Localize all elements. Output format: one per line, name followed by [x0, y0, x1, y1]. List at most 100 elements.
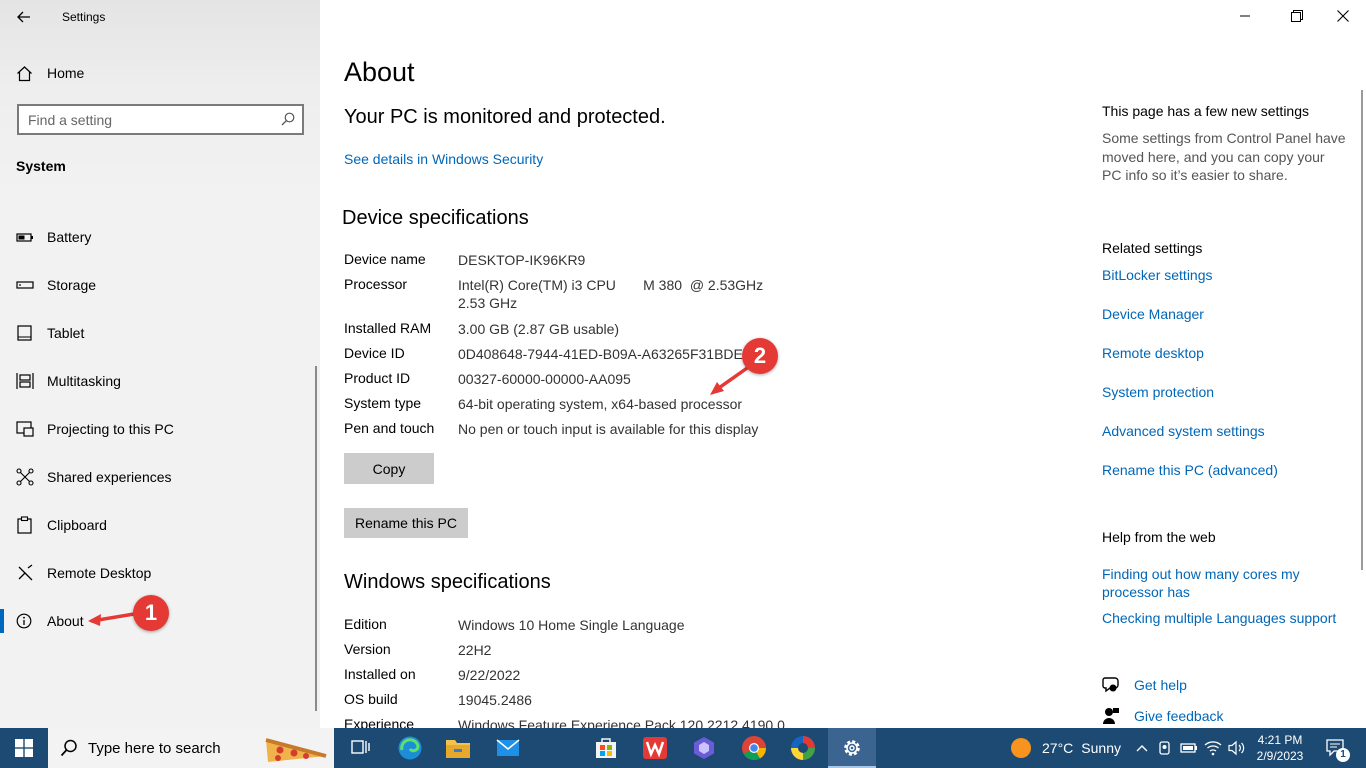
sidebar-scrollbar[interactable] [315, 366, 317, 711]
spec-row-device-name: Device name DESKTOP-IK96KR9 [344, 251, 814, 273]
sidebar-item-projecting[interactable]: Projecting to this PC [0, 405, 314, 453]
sidebar-item-label: Remote Desktop [47, 565, 152, 581]
sidebar-item-shared-experiences[interactable]: Shared experiences [0, 453, 314, 501]
spec-row-version: Version 22H2 [344, 641, 814, 663]
help-link-cores[interactable]: Finding out how many cores my processor … [1102, 565, 1332, 601]
sidebar-item-home[interactable]: Home [0, 58, 320, 88]
search-icon [60, 739, 77, 757]
search-icon [281, 112, 295, 126]
find-setting-search[interactable] [17, 104, 304, 135]
clock-date: 2/9/2023 [1256, 749, 1304, 763]
annotation-badge-2: 2 [742, 338, 778, 374]
get-help-link[interactable]: Get help [1134, 677, 1187, 693]
title-bar: Settings [0, 0, 320, 34]
tray-network[interactable] [1203, 728, 1223, 768]
related-link-system-protection[interactable]: System protection [1102, 384, 1214, 400]
spec-value: Windows Feature Experience Pack 120.2212… [458, 717, 785, 728]
taskbar-app-edge[interactable] [386, 728, 434, 768]
edge-icon [398, 736, 422, 760]
sidebar-item-clipboard[interactable]: Clipboard [0, 501, 314, 549]
taskbar-clock[interactable]: 4:21 PM 2/9/2023 [1252, 732, 1308, 764]
spec-value: 22H2 [458, 642, 492, 658]
taskbar-app-wps[interactable] [631, 728, 679, 768]
projecting-icon [16, 421, 34, 437]
get-help-icon [1102, 677, 1119, 693]
back-button[interactable] [10, 4, 38, 30]
meet-icon [1159, 741, 1170, 755]
taskbar-search-text: Type here to search [88, 740, 221, 757]
taskbar-app-store[interactable] [582, 728, 630, 768]
sidebar-item-remote-desktop[interactable]: Remote Desktop [0, 549, 314, 597]
sidebar-item-label: About [47, 613, 84, 629]
copy-button[interactable]: Copy [344, 453, 434, 484]
gear-icon [844, 740, 860, 756]
wifi-icon [1204, 741, 1222, 756]
spec-key: Installed on [344, 666, 416, 682]
taskbar-app-settings[interactable] [828, 728, 876, 768]
tray-battery[interactable] [1179, 728, 1199, 768]
close-button[interactable] [1320, 0, 1366, 32]
taskbar-app-mail[interactable] [484, 728, 532, 768]
related-link-rename-pc[interactable]: Rename this PC (advanced) [1102, 462, 1278, 478]
action-center-button[interactable]: 1 [1318, 728, 1354, 768]
spec-value: 19045.2486 [458, 692, 532, 708]
chevron-up-icon [1136, 745, 1148, 752]
taskbar-app-browser[interactable] [779, 728, 827, 768]
spec-value: No pen or touch input is available for t… [458, 421, 759, 437]
remote-desktop-icon [18, 564, 33, 581]
spec-value: 3.00 GB (2.87 GB usable) [458, 321, 620, 337]
app-title: Settings [62, 10, 106, 24]
colorful-browser-icon [791, 736, 815, 760]
pizza-search-highlight-icon [265, 738, 327, 762]
taskbar-app-file-explorer[interactable] [434, 728, 482, 768]
windows-logo-icon [15, 739, 33, 757]
help-link-languages[interactable]: Checking multiple Languages support [1102, 610, 1336, 626]
main-scrollbar[interactable] [1361, 90, 1363, 570]
rename-pc-button[interactable]: Rename this PC [344, 508, 468, 538]
spec-key: Device ID [344, 345, 405, 361]
taskbar-app-chrome[interactable] [730, 728, 778, 768]
related-link-device-manager[interactable]: Device Manager [1102, 306, 1204, 322]
spec-row-experience: Experience Windows Feature Experience Pa… [344, 716, 814, 728]
start-button[interactable] [0, 728, 48, 768]
taskbar-search[interactable]: Type here to search [48, 728, 334, 768]
windows-security-link[interactable]: See details in Windows Security [344, 151, 543, 167]
sidebar-item-multitasking[interactable]: Multitasking [0, 357, 314, 405]
minimize-icon [1240, 15, 1250, 17]
chrome-icon [742, 736, 766, 761]
related-link-remote-desktop[interactable]: Remote desktop [1102, 345, 1204, 361]
mail-icon [496, 739, 520, 756]
spec-key: System type [344, 395, 422, 411]
spec-row-processor: Processor Intel(R) Core(TM) i3 CPU M 380… [344, 276, 814, 316]
related-settings-title: Related settings [1102, 240, 1203, 256]
restore-button[interactable] [1274, 0, 1320, 32]
tray-volume[interactable] [1226, 728, 1248, 768]
hexagon-app-icon [694, 737, 714, 759]
tray-meet-now[interactable] [1155, 728, 1175, 768]
minimize-button[interactable] [1222, 0, 1268, 32]
give-feedback-link[interactable]: Give feedback [1134, 708, 1224, 724]
sidebar-item-tablet[interactable]: Tablet [0, 309, 314, 357]
spec-key: Device name [344, 251, 426, 267]
spec-value: 9/22/2022 [458, 667, 521, 683]
section-title: System [16, 158, 66, 174]
main-content: About Your PC is monitored and protected… [320, 0, 1366, 728]
search-input[interactable] [19, 106, 269, 133]
weather-widget[interactable]: 27°C Sunny [1010, 728, 1121, 768]
sidebar-item-storage[interactable]: Storage [0, 261, 314, 309]
battery-icon [16, 233, 33, 242]
new-settings-text: Some settings from Control Panel have mo… [1102, 130, 1346, 183]
sidebar-item-battery[interactable]: Battery [0, 213, 314, 261]
related-link-bitlocker[interactable]: BitLocker settings [1102, 267, 1213, 283]
taskbar-app-copilot[interactable] [680, 728, 728, 768]
spec-row-installed-on: Installed on 9/22/2022 [344, 666, 814, 688]
feedback-icon [1103, 708, 1119, 724]
spec-row-pen-touch: Pen and touch No pen or touch input is a… [344, 420, 814, 442]
related-link-advanced-system[interactable]: Advanced system settings [1102, 423, 1265, 439]
storage-icon [16, 281, 34, 289]
spec-key: Experience [344, 716, 415, 728]
page-title: About [344, 57, 415, 87]
tray-show-hidden-button[interactable] [1132, 728, 1152, 768]
sidebar-item-label: Clipboard [47, 517, 107, 533]
task-view-button[interactable] [337, 728, 385, 768]
